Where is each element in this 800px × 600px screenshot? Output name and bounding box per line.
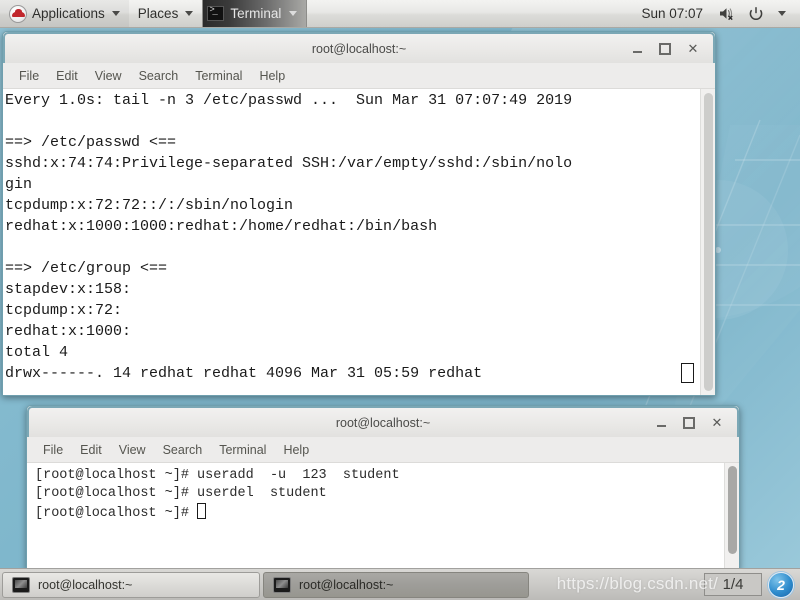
workspace-indicator[interactable]: 1/4 [704, 573, 762, 596]
terminal-line: drwx------. 14 redhat redhat 4096 Mar 31… [5, 363, 700, 384]
terminal-icon [207, 5, 225, 21]
window-2-scrollbar-thumb[interactable] [728, 466, 737, 554]
workspace-switcher[interactable]: 1/4 2 [704, 571, 798, 598]
menu-file[interactable]: File [36, 441, 70, 459]
menu-search[interactable]: Search [156, 441, 210, 459]
terminal-line: redhat:x:1000: [5, 323, 132, 340]
workspace-logo-icon[interactable]: 2 [768, 571, 794, 598]
applications-menu[interactable]: Applications [0, 0, 129, 27]
places-menu[interactable]: Places [129, 0, 203, 27]
chevron-down-icon [778, 11, 786, 16]
terminal-line: stapdev:x:158: [5, 281, 132, 298]
window-1-frame: root@localhost:~ ✕ [3, 32, 715, 63]
window-1-menubar: File Edit View Search Terminal Help [3, 63, 715, 89]
window-2-close-button[interactable]: ✕ [710, 416, 724, 430]
terminal-line: gin [5, 176, 33, 193]
terminal-prompt-line[interactable]: [root@localhost ~]# [35, 503, 724, 523]
window-1-title: root@localhost:~ [311, 41, 407, 56]
terminal-line: total 4 [5, 344, 69, 361]
window-1-titlebar[interactable]: root@localhost:~ ✕ [5, 34, 713, 63]
clock[interactable]: Sun 07:07 [631, 6, 713, 21]
chevron-down-icon [111, 11, 120, 16]
window-menu-terminal[interactable]: Terminal [202, 0, 308, 27]
taskbar-item-label: root@localhost:~ [299, 577, 394, 592]
volume-muted-icon[interactable] [713, 6, 742, 21]
menu-help[interactable]: Help [252, 67, 292, 85]
window-2-frame: root@localhost:~ ✕ [27, 406, 739, 437]
power-icon[interactable] [742, 6, 770, 22]
desktop: Applications Places Terminal Sun 07:07 [0, 0, 800, 600]
terminal-icon [12, 576, 30, 593]
terminal-line: tcpdump:x:72:72::/:/sbin/nologin [5, 197, 294, 214]
window-menu-label: Terminal [230, 6, 282, 21]
menu-search[interactable]: Search [132, 67, 186, 85]
window-2-terminal-output[interactable]: [root@localhost ~]# useradd -u 123 stude… [27, 463, 724, 569]
menu-view[interactable]: View [88, 67, 129, 85]
menu-terminal[interactable]: Terminal [212, 441, 273, 459]
menu-file[interactable]: File [12, 67, 46, 85]
window-1-scrollbar-thumb[interactable] [704, 93, 713, 391]
window-2-titlebar[interactable]: root@localhost:~ ✕ [29, 408, 737, 437]
terminal-line: sshd:x:74:74:Privilege-separated SSH:/va… [5, 155, 573, 172]
system-menu-chevron[interactable] [770, 11, 792, 16]
top-panel: Applications Places Terminal Sun 07:07 [0, 0, 800, 28]
window-1-minimize-button[interactable] [630, 42, 644, 56]
taskbar-item-terminal-1[interactable]: root@localhost:~ [2, 571, 260, 598]
terminal-window-2[interactable]: root@localhost:~ ✕ File Edit View Search… [26, 405, 740, 570]
chevron-down-icon [289, 11, 298, 16]
terminal-line: Every 1.0s: tail -n 3 /etc/passwd ... Su… [5, 92, 573, 109]
applications-menu-label: Applications [32, 6, 105, 21]
menu-edit[interactable]: Edit [73, 441, 109, 459]
taskbar-item-terminal-2[interactable]: root@localhost:~ [263, 571, 529, 598]
chevron-down-icon [185, 11, 194, 16]
terminal-line: ==> /etc/passwd <== [5, 134, 177, 151]
terminal-line: [root@localhost ~]# userdel student [35, 486, 327, 501]
window-1-maximize-button[interactable] [658, 42, 672, 56]
menu-terminal[interactable]: Terminal [188, 67, 249, 85]
window-1-close-button[interactable]: ✕ [686, 42, 700, 56]
window-2-maximize-button[interactable] [682, 416, 696, 430]
terminal-cursor [197, 503, 207, 519]
terminal-window-1[interactable]: root@localhost:~ ✕ File Edit View Search… [2, 31, 716, 396]
terminal-line: ==> /etc/group <== [5, 260, 168, 277]
window-2-menubar: File Edit View Search Terminal Help [27, 437, 739, 463]
terminal-prompt: [root@localhost ~]# [35, 506, 198, 521]
terminal-line: tcpdump:x:72: [5, 302, 123, 319]
window-1-scrollbar[interactable] [700, 89, 715, 395]
window-2-minimize-button[interactable] [654, 416, 668, 430]
menu-edit[interactable]: Edit [49, 67, 85, 85]
window-2-title: root@localhost:~ [335, 415, 431, 430]
window-2-scrollbar[interactable] [724, 463, 739, 569]
window-1-terminal-body[interactable]: Every 1.0s: tail -n 3 /etc/passwd ... Su… [3, 89, 715, 395]
window-2-terminal-body[interactable]: [root@localhost ~]# useradd -u 123 stude… [27, 463, 739, 569]
places-menu-label: Places [137, 6, 179, 21]
menu-help[interactable]: Help [276, 441, 316, 459]
terminal-line: redhat:x:1000:1000:redhat:/home/redhat:/… [5, 218, 438, 235]
menu-view[interactable]: View [112, 441, 153, 459]
terminal-icon [273, 576, 291, 593]
redhat-logo-icon [9, 4, 27, 23]
terminal-cursor [681, 363, 694, 383]
window-1-terminal-output[interactable]: Every 1.0s: tail -n 3 /etc/passwd ... Su… [3, 89, 700, 395]
taskbar-item-label: root@localhost:~ [38, 577, 133, 592]
taskbar: root@localhost:~ root@localhost:~ 1/4 2 [0, 568, 800, 600]
terminal-line: [root@localhost ~]# useradd -u 123 stude… [35, 468, 400, 483]
